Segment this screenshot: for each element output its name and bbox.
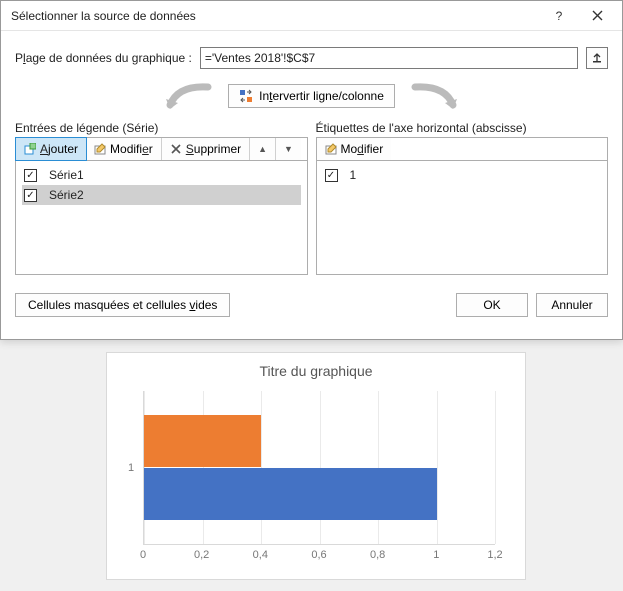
series-item-label: Série1 [49,168,84,182]
checkbox[interactable]: ✓ [24,169,37,182]
chart-x-tick: 0 [140,549,146,561]
chart-x-axis: 00,20,40,60,811,2 [143,549,495,565]
arrow-right-icon [405,81,465,111]
help-button[interactable]: ? [540,2,578,30]
switch-icon [239,89,253,103]
close-icon [592,10,603,21]
remove-series-button[interactable]: Supprimer [162,138,250,160]
chart-y-tick: 1 [128,462,134,474]
chart-data-range-label: Plage de données du graphique : [15,51,192,65]
legend-toolbar: Ajouter Modifier Supprimer ▲ ▼ [15,137,308,161]
chart-data-range-row: Plage de données du graphique : [15,47,608,69]
chart-preview[interactable]: Titre du graphique 1 0 0,2 0,4 0,6 0,8 1 1,2 [106,352,526,580]
chart-bar-series1[interactable] [144,468,437,520]
series-list[interactable]: ✓ Série1 ✓ Série2 [15,161,308,275]
chart-x-tick: 1 [433,549,439,561]
arrow-left-icon [158,81,218,111]
ok-button[interactable]: OK [456,293,528,317]
chart-x-tick: 1,2 [487,549,502,561]
edit-series-button[interactable]: Modifier [86,138,162,160]
chart-bar-series2[interactable] [144,415,261,467]
series-item-label: Série2 [49,188,84,202]
remove-icon [170,143,182,155]
switch-row-column-row: Intervertir ligne/colonne [15,81,608,111]
edit-icon [94,143,106,155]
series-list-item[interactable]: ✓ Série1 [22,165,301,185]
chart-title[interactable]: Titre du graphique [107,353,525,385]
titlebar: Sélectionner la source de données ? [1,1,622,31]
chart-x-tick: 0,2 [194,549,209,561]
close-button[interactable] [578,2,616,30]
edit-axis-labels-button[interactable]: Modifier [317,138,392,160]
add-series-button[interactable]: Ajouter [15,137,87,161]
dialog-footer: Cellules masquées et cellules vides OK A… [1,285,622,329]
chart-data-range-input[interactable] [200,47,578,69]
move-up-button[interactable]: ▲ [250,138,276,160]
legend-entries-label: Entrées de légende (Série) [15,121,308,135]
chart-x-tick: 0,8 [370,549,385,561]
axis-labels-label: Étiquettes de l'axe horizontal (abscisse… [316,121,609,135]
chart-plot-area[interactable]: 1 [143,391,495,545]
chart-x-tick: 0,6 [311,549,326,561]
cancel-button[interactable]: Annuler [536,293,608,317]
axis-labels-panel: Étiquettes de l'axe horizontal (abscisse… [316,121,609,275]
category-list[interactable]: ✓1 [316,161,609,275]
checkbox[interactable]: ✓ [24,189,37,202]
category-list-item[interactable]: ✓1 [323,165,602,185]
edit-icon [325,143,337,155]
checkbox[interactable]: ✓ [325,169,338,182]
hidden-empty-cells-button[interactable]: Cellules masquées et cellules vides [15,293,230,317]
category-item-label: 1 [350,168,357,182]
axis-toolbar: Modifier [316,137,609,161]
select-data-source-dialog: Sélectionner la source de données ? Plag… [0,0,623,340]
move-down-button[interactable]: ▼ [276,138,301,160]
series-list-item[interactable]: ✓ Série2 [22,185,301,205]
range-picker-button[interactable] [586,47,608,69]
chart-x-tick: 0,4 [253,549,268,561]
legend-entries-panel: Entrées de légende (Série) Ajouter Modif… [15,121,308,275]
collapse-icon [591,52,603,64]
add-icon [24,143,36,155]
dialog-title: Sélectionner la source de données [11,9,540,23]
switch-row-column-button[interactable]: Intervertir ligne/colonne [228,84,395,108]
